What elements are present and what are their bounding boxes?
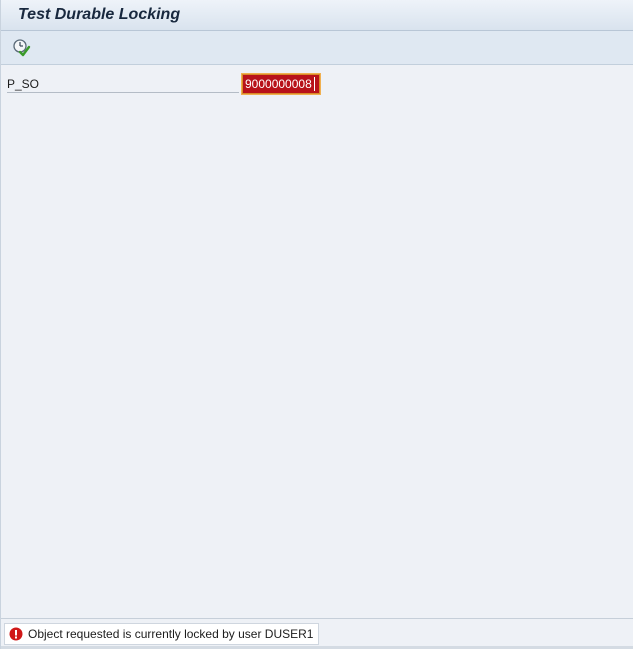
status-message[interactable]: Object requested is currently locked by …: [4, 623, 320, 645]
title-bar: Test Durable Locking: [1, 0, 633, 31]
field-row-p-so: P_SO 9000000008: [1, 65, 633, 105]
status-message-text: Object requested is currently locked by …: [28, 627, 314, 641]
selection-screen: P_SO 9000000008: [1, 65, 633, 618]
p-so-input[interactable]: 9000000008: [241, 73, 321, 95]
execute-button[interactable]: [11, 37, 31, 57]
sap-window: Test Durable Locking P_SO 9000000008 Obj…: [0, 0, 633, 649]
window-title: Test Durable Locking: [18, 6, 181, 23]
error-icon: [9, 627, 23, 641]
field-label-p-so: P_SO: [7, 77, 239, 93]
status-bar: Object requested is currently locked by …: [1, 618, 633, 649]
execute-icon: [13, 39, 31, 57]
text-cursor: [314, 77, 315, 91]
application-toolbar: [1, 31, 633, 65]
